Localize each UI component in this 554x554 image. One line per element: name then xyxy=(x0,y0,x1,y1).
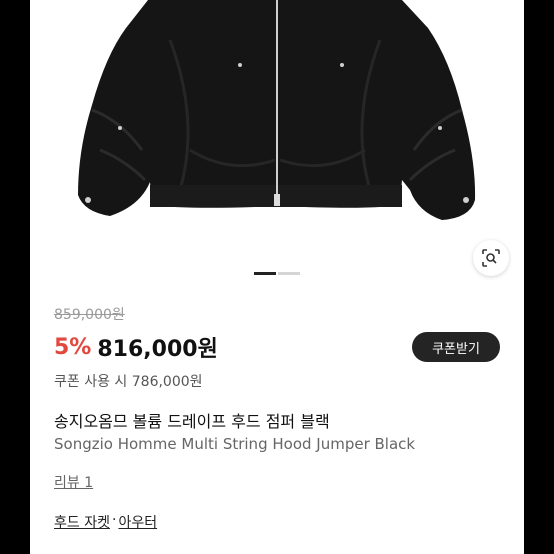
review-count-link[interactable]: 리뷰 1 xyxy=(54,472,93,492)
product-image-carousel[interactable] xyxy=(30,0,524,290)
carousel-dot[interactable] xyxy=(278,272,300,275)
category-separator: · xyxy=(111,512,117,528)
sale-price: 816,000원 xyxy=(97,337,218,362)
coupon-download-button[interactable]: 쿠폰받기 xyxy=(412,332,500,362)
price-row: 5% 816,000원 xyxy=(54,332,218,363)
coupon-price-text: 쿠폰 사용 시 786,000원 xyxy=(54,374,203,390)
product-name-english: Songzio Homme Multi String Hood Jumper B… xyxy=(54,435,416,453)
carousel-dot-active[interactable] xyxy=(254,272,276,275)
product-image xyxy=(78,0,476,220)
category-breadcrumb: 후드 자켓 · 아우터 xyxy=(54,512,157,532)
camera-lens-search-icon xyxy=(482,249,500,267)
original-price: 859,000원 xyxy=(54,307,125,323)
product-detail-screen: 859,000원 5% 816,000원 쿠폰받기 쿠폰 사용 시 786,00… xyxy=(30,0,524,554)
category-link-outer[interactable]: 아우터 xyxy=(118,512,157,532)
carousel-indicator xyxy=(254,272,302,275)
image-search-button[interactable] xyxy=(473,240,509,276)
discount-rate: 5% xyxy=(54,334,92,360)
category-link-hood-jacket[interactable]: 후드 자켓 xyxy=(54,512,110,532)
product-name-korean: 송지오옴므 볼륨 드레이프 후드 점퍼 블랙 xyxy=(54,412,330,431)
